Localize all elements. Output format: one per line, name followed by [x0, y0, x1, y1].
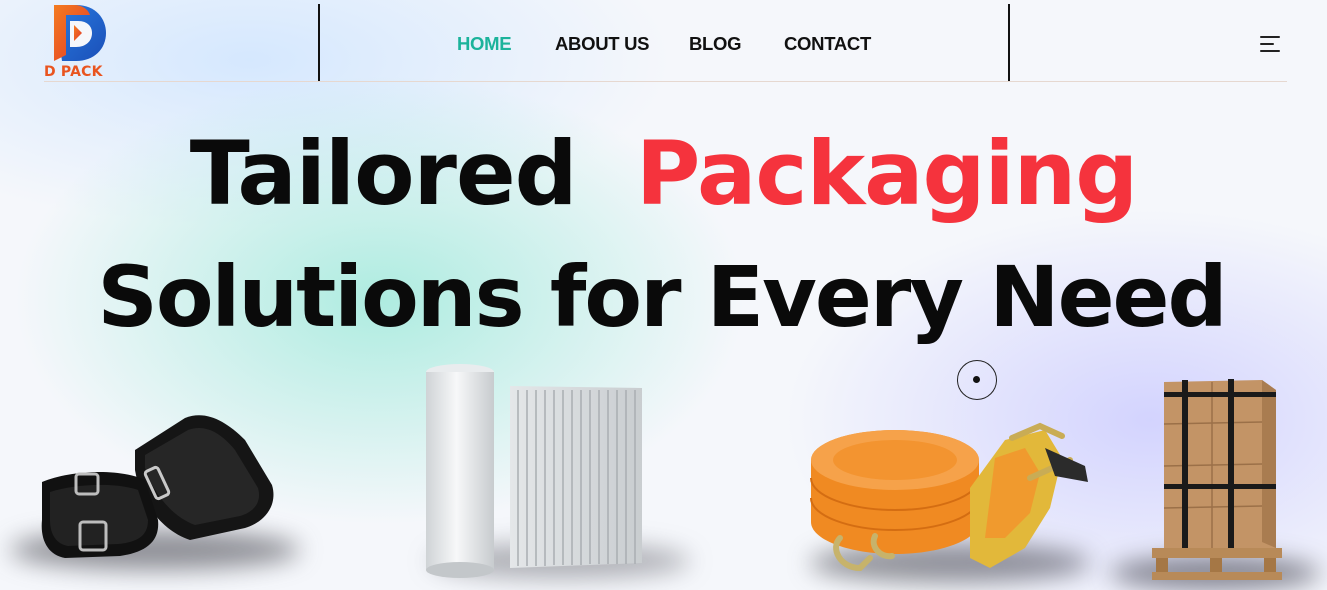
brand-name: D PACK	[44, 64, 103, 80]
nav-contact[interactable]: CONTACT	[784, 33, 871, 55]
site-header: D PACK HOME ABOUT US BLOG CONTACT	[0, 0, 1327, 82]
black-velcro-straps-icon	[10, 410, 310, 590]
air-column-roll-icon	[400, 358, 690, 590]
nav-home[interactable]: HOME	[457, 33, 512, 55]
brand-logo[interactable]: D PACK	[44, 3, 116, 81]
hamburger-menu-icon[interactable]	[1260, 35, 1280, 53]
dot-circle-icon[interactable]	[957, 360, 997, 400]
d-letter-logo-icon	[54, 5, 106, 61]
hero-headline-line1: Tailored Packaging	[0, 122, 1327, 225]
nav-about-us[interactable]: ABOUT US	[555, 33, 650, 55]
header-divider-right	[1008, 4, 1010, 81]
nav-blog[interactable]: BLOG	[689, 33, 742, 55]
strapped-pallet-boxes-icon	[1110, 376, 1327, 590]
header-divider-left	[318, 4, 320, 81]
hero-headline-line2: Solutions for Every Need	[97, 248, 1227, 346]
headline-part1: Tailored	[189, 122, 578, 225]
headline-accent: Packaging	[635, 122, 1138, 225]
orange-ratchet-strap-icon	[800, 418, 1100, 590]
header-bottom-border	[44, 81, 1287, 82]
